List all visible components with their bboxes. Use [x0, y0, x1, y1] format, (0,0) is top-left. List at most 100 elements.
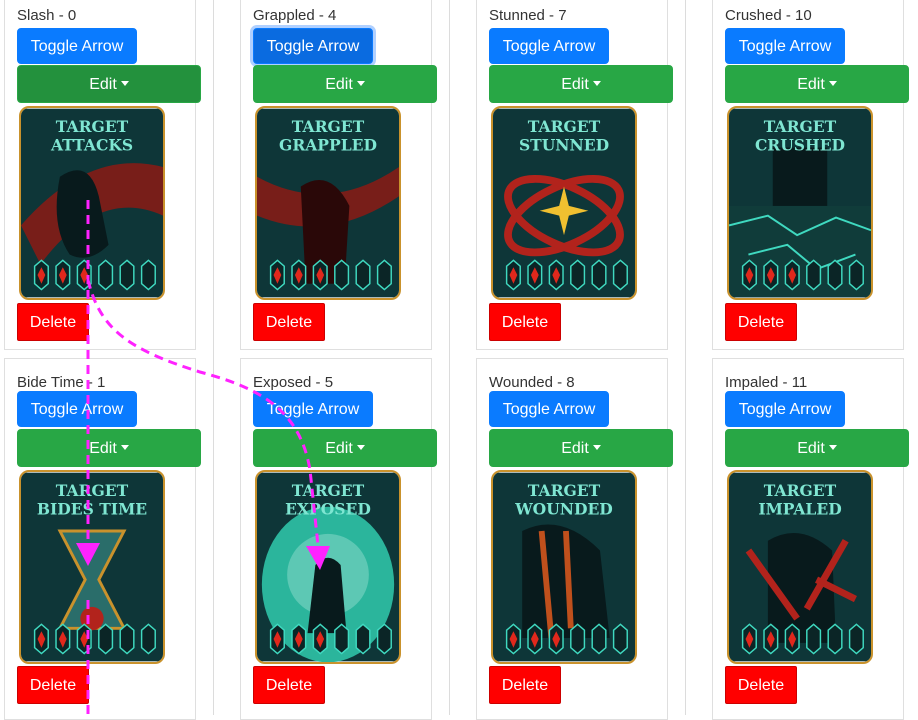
effect-card-art: TARGET WOUNDED	[491, 470, 637, 664]
delete-button[interactable]: Delete	[725, 303, 797, 341]
edit-label: Edit	[89, 76, 117, 93]
gem-slot-icon	[376, 259, 392, 291]
delete-button[interactable]: Delete	[489, 666, 561, 704]
effect-card: Impaled - 11 Toggle Arrow Edit TARGET IM…	[712, 358, 909, 720]
card-title: Wounded - 8	[489, 374, 575, 391]
gem-slot-icon	[570, 259, 586, 291]
gem-slot-icon	[527, 623, 543, 655]
toggle-arrow-button[interactable]: Toggle Arrow	[725, 28, 845, 64]
gem-slot-icon	[98, 259, 114, 291]
edit-label: Edit	[561, 76, 589, 93]
gem-slot-icon	[548, 259, 564, 291]
gem-slot-icon	[848, 623, 864, 655]
caret-down-icon	[120, 445, 129, 451]
gem-slot-icon	[140, 259, 156, 291]
delete-button[interactable]: Delete	[489, 303, 561, 341]
caret-down-icon	[356, 81, 365, 87]
effect-card: Grappled - 4 Toggle Arrow Edit TARGET GR…	[240, 0, 437, 350]
gem-slot-icon	[355, 259, 371, 291]
toggle-arrow-button[interactable]: Toggle Arrow	[489, 28, 609, 64]
edit-dropdown-button[interactable]: Edit	[725, 429, 909, 467]
toggle-arrow-button[interactable]: Toggle Arrow	[253, 28, 373, 64]
edit-label: Edit	[325, 440, 353, 457]
edit-dropdown-button[interactable]: Edit	[489, 65, 673, 103]
card-art-line1: TARGET	[56, 117, 129, 136]
card-art-line2: CRUSHED	[755, 135, 845, 154]
gem-slot-icon	[741, 259, 757, 291]
toggle-arrow-button[interactable]: Toggle Arrow	[17, 28, 137, 64]
edit-dropdown-button[interactable]: Edit	[725, 65, 909, 103]
caret-down-icon	[120, 81, 129, 87]
effect-card-art: TARGET CRUSHED	[727, 106, 873, 300]
gem-slot-icon	[140, 623, 156, 655]
card-art-line1: TARGET	[528, 481, 601, 500]
gem-slot-icon	[827, 623, 843, 655]
gem-slot-icon	[376, 623, 392, 655]
gem-slot-icon	[312, 623, 328, 655]
edit-dropdown-button[interactable]: Edit	[17, 429, 201, 467]
edit-dropdown-button[interactable]: Edit	[253, 65, 437, 103]
column-divider	[685, 0, 686, 715]
card-art-line2: ATTACKS	[50, 135, 133, 154]
card-title: Bide Time - 1	[17, 374, 106, 391]
gem-slot-icon	[33, 623, 49, 655]
effect-card: Exposed - 5 Toggle Arrow Edit TARGET EXP…	[240, 358, 437, 720]
gem-slot-icon	[76, 623, 92, 655]
toggle-arrow-button[interactable]: Toggle Arrow	[725, 391, 845, 427]
delete-button[interactable]: Delete	[17, 303, 89, 341]
gem-slot-icon	[784, 623, 800, 655]
gem-slot-icon	[548, 623, 564, 655]
edit-label: Edit	[561, 440, 589, 457]
toggle-arrow-button[interactable]: Toggle Arrow	[489, 391, 609, 427]
effect-card-art: TARGET ATTACKS	[19, 106, 165, 300]
gem-slot-icon	[591, 259, 607, 291]
caret-down-icon	[592, 445, 601, 451]
card-art-line1: TARGET	[764, 117, 837, 136]
delete-button[interactable]: Delete	[17, 666, 89, 704]
gem-slot-icon	[763, 623, 779, 655]
card-title: Stunned - 7	[489, 7, 567, 24]
gem-slot-icon	[269, 259, 285, 291]
edit-dropdown-button[interactable]: Edit	[489, 429, 673, 467]
edit-dropdown-button[interactable]: Edit	[17, 65, 201, 103]
effect-card: Crushed - 10 Toggle Arrow Edit TARGET CR…	[712, 0, 909, 350]
gem-slot-icon	[612, 259, 628, 291]
gem-slot-icon	[741, 623, 757, 655]
column-divider	[449, 0, 450, 715]
gem-slot-icon	[55, 623, 71, 655]
gem-slot-icon	[334, 623, 350, 655]
toggle-arrow-button[interactable]: Toggle Arrow	[253, 391, 373, 427]
card-art-line2: STUNNED	[519, 135, 609, 154]
gem-slot-icon	[291, 623, 307, 655]
gem-slot-icon	[355, 623, 371, 655]
toggle-arrow-button[interactable]: Toggle Arrow	[17, 391, 137, 427]
effect-card-art: TARGET STUNNED	[491, 106, 637, 300]
effect-card: Stunned - 7 Toggle Arrow Edit TARGET STU…	[476, 0, 673, 350]
effect-card: Wounded - 8 Toggle Arrow Edit TARGET WOU…	[476, 358, 673, 720]
caret-down-icon	[828, 81, 837, 87]
card-art-line1: TARGET	[292, 117, 365, 136]
column-divider	[213, 0, 214, 715]
gem-slot-icon	[591, 623, 607, 655]
card-art-line2: WOUNDED	[514, 499, 613, 518]
delete-button[interactable]: Delete	[253, 666, 325, 704]
delete-button[interactable]: Delete	[253, 303, 325, 341]
gem-slot-icon	[848, 259, 864, 291]
gem-slot-icon	[119, 623, 135, 655]
caret-down-icon	[828, 445, 837, 451]
gem-slot-icon	[334, 259, 350, 291]
card-title: Slash - 0	[17, 7, 77, 24]
effect-card: Bide Time - 1 Toggle Arrow Edit TARGET B…	[4, 358, 201, 720]
edit-label: Edit	[325, 76, 353, 93]
delete-button[interactable]: Delete	[725, 666, 797, 704]
effect-card-art: TARGET GRAPPLED	[255, 106, 401, 300]
effect-card-art: TARGET IMPALED	[727, 470, 873, 664]
edit-dropdown-button[interactable]: Edit	[253, 429, 437, 467]
gem-slot-icon	[505, 623, 521, 655]
gem-slot-icon	[76, 259, 92, 291]
card-art-line2: BIDES TIME	[37, 499, 147, 518]
gem-slot-icon	[806, 259, 822, 291]
gem-slot-icon	[55, 259, 71, 291]
gem-slot-icon	[763, 259, 779, 291]
card-art-line1: TARGET	[292, 481, 365, 500]
